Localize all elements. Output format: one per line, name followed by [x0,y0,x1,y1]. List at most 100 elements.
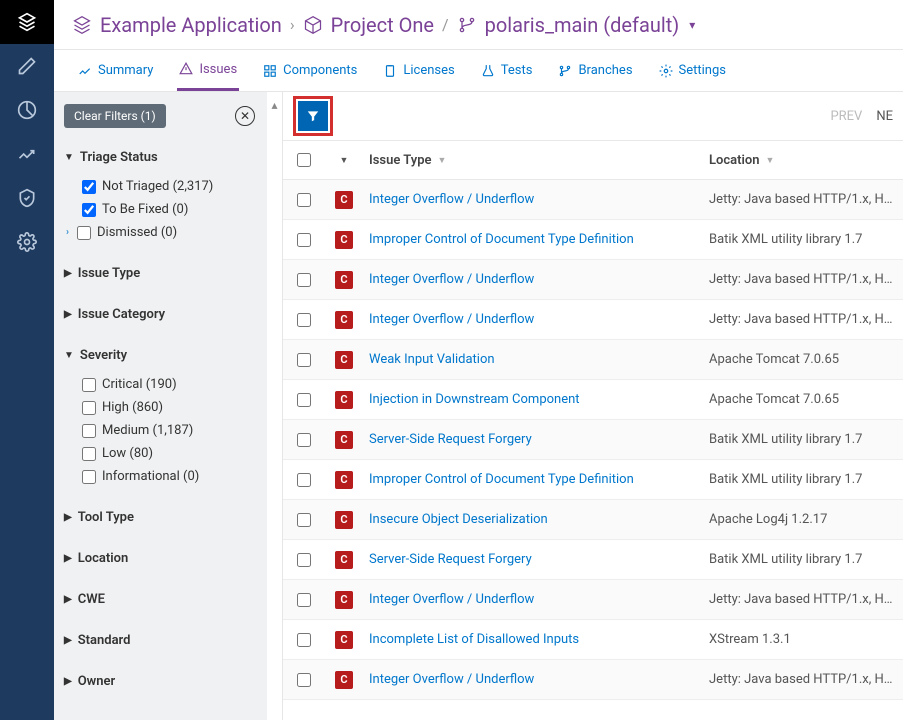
filter-group-owner[interactable]: ▶Owner [64,670,257,693]
tab-licenses[interactable]: Licenses [381,50,456,91]
severity-badge: C [335,671,353,689]
nav-pie-icon[interactable] [0,88,54,132]
tab-label: Components [283,63,357,78]
issue-type-link[interactable]: Server-Side Request Forgery [369,432,532,447]
filter-group-triage[interactable]: ▼Triage Status [64,146,257,169]
next-button[interactable]: NE [876,109,893,124]
col-header-issue-type[interactable]: Issue Type [369,153,432,168]
row-checkbox[interactable] [297,193,311,207]
panel-collapse-handle[interactable]: ▴ [267,92,283,720]
issue-type-link[interactable]: Weak Input Validation [369,352,495,367]
issue-type-link[interactable]: Server-Side Request Forgery [369,552,532,567]
nav-edit-icon[interactable] [0,44,54,88]
table-row[interactable]: CImproper Control of Document Type Defin… [283,460,903,500]
nav-settings-icon[interactable] [0,220,54,264]
table-row[interactable]: CImproper Control of Document Type Defin… [283,220,903,260]
app-logo[interactable] [0,0,54,44]
issue-type-link[interactable]: Integer Overflow / Underflow [369,312,534,327]
row-checkbox[interactable] [297,473,311,487]
table-row[interactable]: CInsecure Object DeserializationApache L… [283,500,903,540]
breadcrumb-project[interactable]: Project One [331,13,434,37]
tab-tests[interactable]: Tests [479,50,535,91]
row-checkbox[interactable] [297,273,311,287]
nav-shield-icon[interactable] [0,176,54,220]
issue-type-link[interactable]: Integer Overflow / Underflow [369,192,534,207]
close-filters-icon[interactable]: ✕ [235,106,255,126]
filter-item[interactable]: To Be Fixed (0) [82,198,257,221]
tab-branches[interactable]: Branches [556,50,634,91]
location-text: Batik XML utility library 1.7 [709,472,862,487]
nav-chart-icon[interactable] [0,132,54,176]
clear-filters-button[interactable]: Clear Filters (1) [64,104,166,128]
row-checkbox[interactable] [297,633,311,647]
row-checkbox[interactable] [297,353,311,367]
filter-group-severity[interactable]: ▼Severity [64,344,257,367]
filter-checkbox[interactable] [82,203,96,217]
row-checkbox[interactable] [297,513,311,527]
filter-item[interactable]: Informational (0) [82,465,257,488]
tab-components[interactable]: Components [261,50,359,91]
severity-badge: C [335,551,353,569]
issue-type-link[interactable]: Integer Overflow / Underflow [369,272,534,287]
issue-type-link[interactable]: Incomplete List of Disallowed Inputs [369,632,579,647]
filter-item[interactable]: Low (80) [82,442,257,465]
filter-group-issue-category[interactable]: ▶Issue Category [64,303,257,326]
branch-icon [457,15,477,35]
select-all-checkbox[interactable] [297,153,311,167]
table-row[interactable]: CInteger Overflow / UnderflowJetty: Java… [283,300,903,340]
filter-group-cwe[interactable]: ▶CWE [64,588,257,611]
row-checkbox[interactable] [297,233,311,247]
issue-type-link[interactable]: Injection in Downstream Component [369,392,580,407]
filter-group-issue-type[interactable]: ▶Issue Type [64,262,257,285]
filter-item[interactable]: ›Dismissed (0) [66,221,257,244]
row-checkbox[interactable] [297,393,311,407]
filter-item[interactable]: Not Triaged (2,317) [82,175,257,198]
branch-dropdown-caret[interactable]: ▾ [689,18,695,32]
filter-item[interactable]: Critical (190) [82,373,257,396]
table-row[interactable]: CServer-Side Request ForgeryBatik XML ut… [283,420,903,460]
filter-checkbox[interactable] [82,401,96,415]
nav-rail [0,0,54,720]
filter-item[interactable]: High (860) [82,396,257,419]
tab-summary[interactable]: Summary [76,50,155,91]
filter-checkbox[interactable] [82,378,96,392]
filter-item[interactable]: Medium (1,187) [82,419,257,442]
tab-settings[interactable]: Settings [657,50,728,91]
filter-checkbox[interactable] [82,470,96,484]
filter-label: Not Triaged (2,317) [102,179,213,194]
table-row[interactable]: CWeak Input ValidationApache Tomcat 7.0.… [283,340,903,380]
breadcrumb-branch[interactable]: polaris_main (default) [485,13,680,37]
row-checkbox[interactable] [297,433,311,447]
table-row[interactable]: CInteger Overflow / UnderflowJetty: Java… [283,580,903,620]
row-checkbox[interactable] [297,553,311,567]
filter-checkbox[interactable] [82,180,96,194]
row-checkbox[interactable] [297,673,311,687]
issue-type-link[interactable]: Insecure Object Deserialization [369,512,548,527]
table-row[interactable]: CIncomplete List of Disallowed InputsXSt… [283,620,903,660]
location-text: Jetty: Java based HTTP/1.x, H… [709,312,892,327]
issue-type-link[interactable]: Integer Overflow / Underflow [369,672,534,687]
filter-group-standard[interactable]: ▶Standard [64,629,257,652]
table-row[interactable]: CInteger Overflow / UnderflowJetty: Java… [283,180,903,220]
col-header-location[interactable]: Location [709,153,760,168]
table-row[interactable]: CInteger Overflow / UnderflowJetty: Java… [283,660,903,700]
filter-button[interactable] [298,101,328,131]
issue-type-link[interactable]: Integer Overflow / Underflow [369,592,534,607]
filter-checkbox[interactable] [82,424,96,438]
filter-group-tool-type[interactable]: ▶Tool Type [64,506,257,529]
tab-issues[interactable]: Issues [177,50,239,91]
severity-badge: C [335,511,353,529]
issue-type-link[interactable]: Improper Control of Document Type Defini… [369,232,634,247]
breadcrumb-app[interactable]: Example Application [100,13,282,37]
filter-checkbox[interactable] [77,226,91,240]
table-row[interactable]: CInjection in Downstream ComponentApache… [283,380,903,420]
filter-checkbox[interactable] [82,447,96,461]
row-checkbox[interactable] [297,593,311,607]
sort-severity[interactable]: ▼ [340,155,349,166]
row-checkbox[interactable] [297,313,311,327]
issue-type-link[interactable]: Improper Control of Document Type Defini… [369,472,634,487]
filter-group-location[interactable]: ▶Location [64,547,257,570]
prev-button[interactable]: PREV [830,109,862,124]
table-row[interactable]: CInteger Overflow / UnderflowJetty: Java… [283,260,903,300]
table-row[interactable]: CServer-Side Request ForgeryBatik XML ut… [283,540,903,580]
